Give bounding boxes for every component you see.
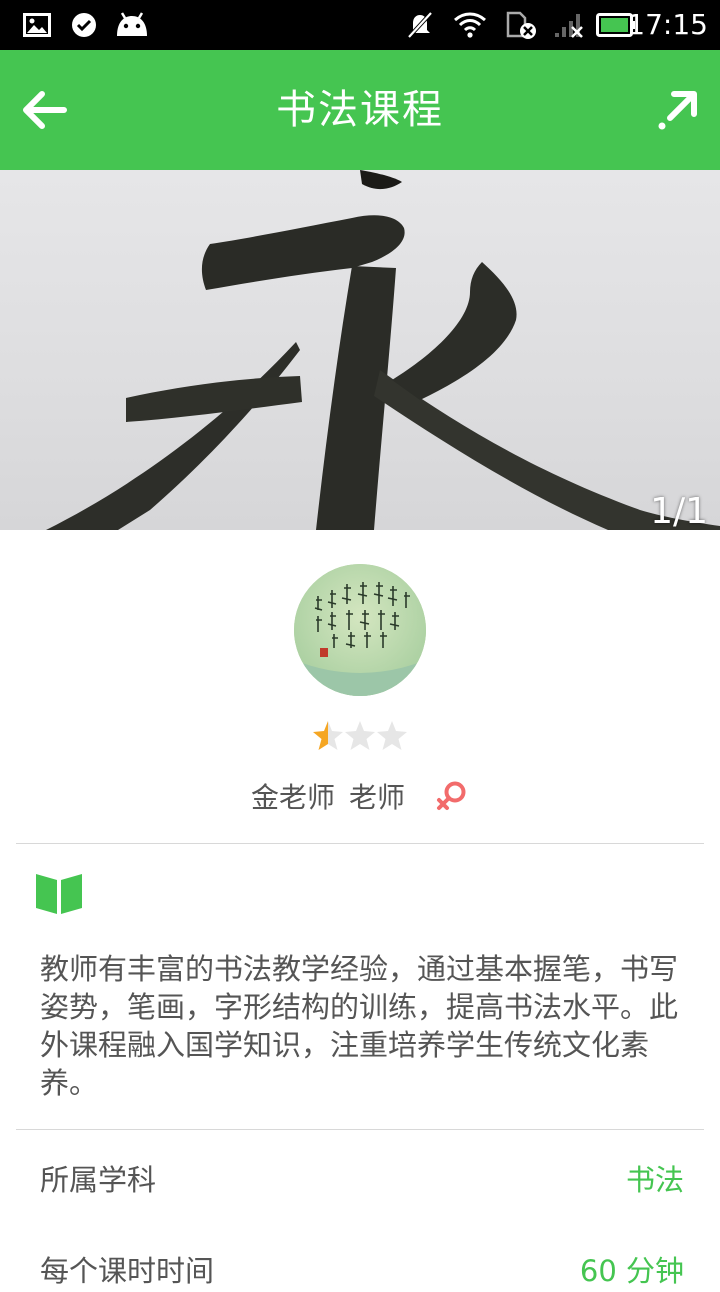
course-description: 教师有丰富的书法教学经验，通过基本握笔，书写姿势，笔画，字形结构的训练，提高书法…	[40, 952, 679, 1100]
wifi-icon	[452, 10, 488, 40]
course-image-carousel[interactable]: 1/1	[0, 170, 720, 530]
signal-icon	[552, 10, 586, 40]
star-half-icon	[313, 721, 343, 750]
share-icon[interactable]	[654, 86, 702, 134]
sim-icon	[504, 10, 538, 40]
status-time: 17:15	[627, 8, 708, 41]
avatar[interactable]	[294, 564, 426, 696]
teacher-rating	[312, 718, 408, 754]
book-icon	[36, 872, 82, 914]
divider	[16, 1129, 704, 1130]
star-empty-icon	[345, 721, 375, 750]
status-bar: 17:15	[0, 0, 720, 50]
detail-row-duration: 每个课时时间 60 分钟	[40, 1248, 684, 1292]
teacher-name: 金老师	[250, 781, 335, 814]
page-title: 书法课程	[276, 87, 444, 133]
calligraphy-image	[46, 170, 720, 530]
detail-label: 每个课时时间	[40, 1254, 215, 1288]
detail-row-subject: 所属学科 书法	[40, 1157, 684, 1201]
app-bar: 书法课程	[0, 50, 720, 170]
divider	[16, 843, 704, 844]
android-notification-icon	[114, 10, 150, 40]
mute-icon	[404, 10, 436, 40]
female-icon	[435, 779, 469, 813]
teacher-role: 老师	[349, 781, 406, 814]
image-notification-icon	[22, 10, 52, 40]
detail-value: 60 分钟	[579, 1254, 684, 1288]
image-counter: 1/1	[650, 491, 708, 530]
detail-label: 所属学科	[40, 1163, 157, 1197]
detail-value: 书法	[625, 1163, 684, 1197]
teacher-info: 金老师 老师	[0, 774, 720, 818]
star-empty-icon	[377, 721, 407, 750]
check-notification-icon	[70, 10, 98, 40]
